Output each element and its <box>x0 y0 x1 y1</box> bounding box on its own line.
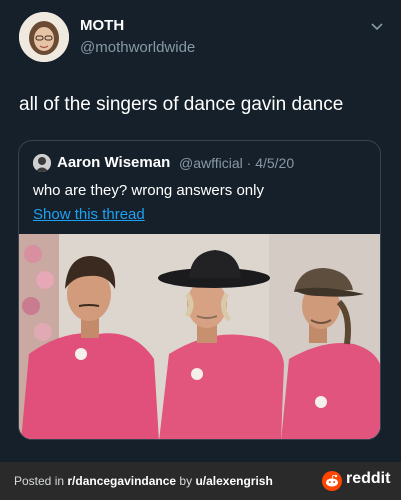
author-avatar[interactable] <box>19 12 69 62</box>
tweet-photo[interactable] <box>19 234 381 440</box>
reddit-logo-icon[interactable] <box>322 471 342 491</box>
quoted-author-name[interactable]: Aaron Wiseman <box>57 154 170 171</box>
attribution-text: Posted in r/dancegavindance by u/alexeng… <box>14 474 273 488</box>
author-handle[interactable]: @mothworldwide <box>80 39 195 56</box>
reddit-wordmark[interactable]: reddit <box>346 470 390 488</box>
quoted-tweet-text: who are they? wrong answers only <box>33 182 264 199</box>
user-link[interactable]: u/alexengrish <box>195 474 272 488</box>
chevron-down-icon[interactable] <box>370 20 384 34</box>
attribution-middle: by <box>176 474 196 488</box>
quoted-tweet[interactable]: Aaron Wiseman @awfficial · 4/5/20 who ar… <box>18 140 381 440</box>
show-thread-link[interactable]: Show this thread <box>33 206 145 223</box>
subreddit-link[interactable]: r/dancegavindance <box>67 474 176 488</box>
reddit-attribution-bar: Posted in r/dancegavindance by u/alexeng… <box>0 462 401 500</box>
quoted-tweet-meta: @awfficial · 4/5/20 <box>179 155 295 171</box>
quoted-author-avatar[interactable] <box>33 154 51 172</box>
tweet-text: all of the singers of dance gavin dance <box>19 94 344 115</box>
author-name[interactable]: MOTH <box>80 17 124 34</box>
attribution-prefix: Posted in <box>14 474 68 488</box>
tweet-card: MOTH @mothworldwide all of the singers o… <box>0 0 401 462</box>
